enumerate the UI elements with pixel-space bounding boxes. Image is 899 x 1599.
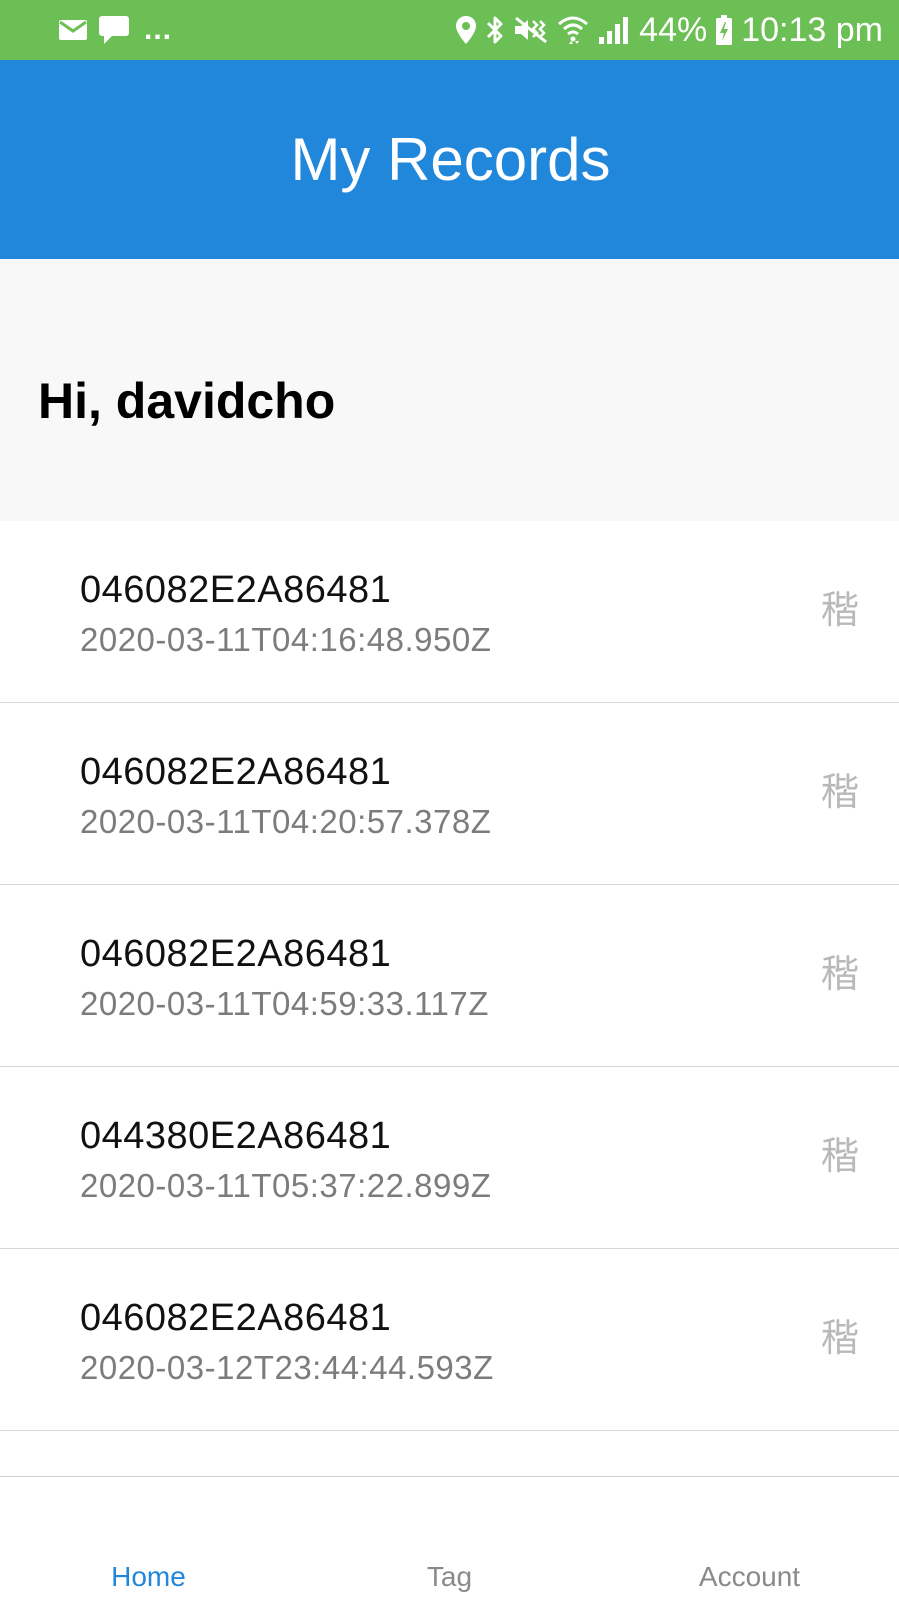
wifi-icon — [557, 14, 589, 46]
record-id: 046082E2A86481 — [80, 1297, 392, 1339]
record-timestamp: 2020-03-11T04:59:33.117Z — [80, 985, 489, 1022]
app-header: My Records — [0, 60, 899, 259]
record-timestamp: 2020-03-11T04:16:48.950Z — [80, 621, 492, 658]
tab-tag-label: Tag — [426, 1561, 473, 1592]
records-list[interactable]: 046082E2A86481 2020-03-11T04:16:48.950Z … — [0, 521, 899, 1477]
chat-icon — [98, 15, 130, 45]
record-id: 044380E2A86481 — [80, 1115, 392, 1157]
record-id: 046082E2A86481 — [80, 569, 392, 611]
tab-home[interactable]: Home — [0, 1477, 299, 1599]
record-row[interactable]: 046082E2A86481 2020-03-11T04:59:33.117Z … — [0, 885, 899, 1067]
record-action-icon[interactable]: 稭 — [821, 587, 859, 633]
record-row[interactable]: 046082E2A86481 2020-03-12T23:44:44.593Z … — [0, 1249, 899, 1431]
record-row[interactable]: 046082E2A86481 2020-03-11T04:16:48.950Z … — [0, 521, 899, 703]
record-row[interactable]: 044380E2A86481 2020-03-11T05:37:22.899Z … — [0, 1067, 899, 1249]
location-icon — [455, 15, 477, 45]
bottom-tab-bar: Home Tag Account — [0, 1476, 899, 1599]
record-action-icon[interactable]: 稭 — [821, 1315, 859, 1361]
record-id: 046082E2A86481 — [80, 933, 392, 975]
battery-percentage: 44% — [639, 11, 708, 49]
bluetooth-icon — [485, 14, 505, 46]
record-action-icon[interactable]: 稭 — [821, 951, 859, 997]
record-row-partial[interactable] — [0, 1431, 899, 1477]
page-title: My Records — [290, 126, 611, 193]
status-bar: ... 44% 10:13 pm — [0, 0, 899, 60]
status-right: 44% 10:13 pm — [455, 8, 883, 52]
record-timestamp: 2020-03-11T04:20:57.378Z — [80, 803, 492, 840]
mail-icon — [58, 18, 88, 42]
greeting-text: Hi, davidcho — [38, 373, 336, 429]
tab-account[interactable]: Account — [600, 1477, 899, 1599]
vibrate-mute-icon — [513, 15, 549, 45]
record-timestamp: 2020-03-12T23:44:44.593Z — [80, 1349, 494, 1386]
screen: ... 44% 10:13 pm My Records Hi, davidcho… — [0, 0, 899, 1599]
record-action-icon[interactable]: 稭 — [821, 769, 859, 815]
record-id: 046082E2A86481 — [80, 751, 392, 793]
status-overflow: ... — [144, 13, 173, 46]
record-action-icon[interactable]: 稭 — [821, 1133, 859, 1179]
signal-icon — [597, 15, 631, 45]
status-time: 10:13 pm — [741, 11, 883, 49]
record-timestamp: 2020-03-11T05:37:22.899Z — [80, 1167, 492, 1204]
status-left: ... — [58, 12, 172, 48]
tab-account-label: Account — [698, 1561, 801, 1592]
record-row[interactable]: 046082E2A86481 2020-03-11T04:20:57.378Z … — [0, 703, 899, 885]
battery-charging-icon — [715, 14, 733, 46]
tab-tag[interactable]: Tag — [300, 1477, 599, 1599]
greeting-section: Hi, davidcho — [0, 259, 899, 521]
tab-home-label: Home — [111, 1561, 186, 1592]
